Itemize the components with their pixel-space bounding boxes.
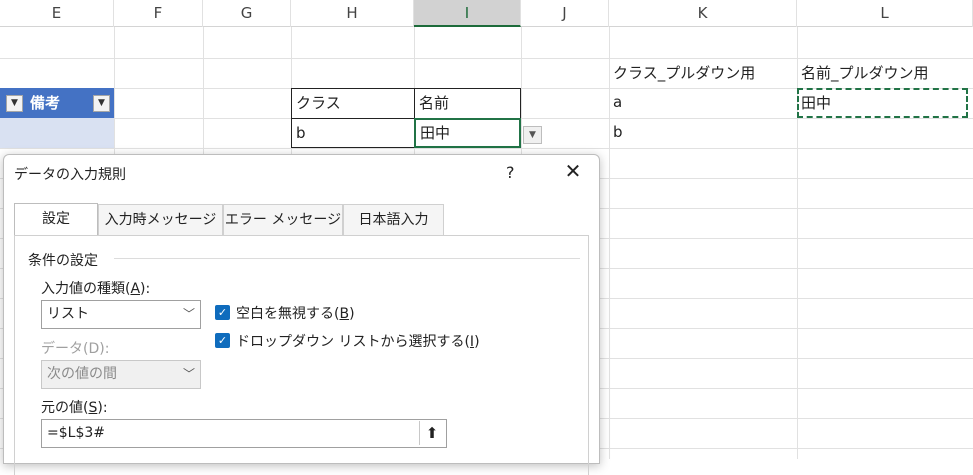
data-validation-dialog: データの入力規則 ? ✕ 設定 入力時メッセージ エラー メッセージ 日本語入力… <box>3 154 600 475</box>
cell-H-label[interactable]: クラス <box>291 88 415 119</box>
collapse-range-icon[interactable]: ⬆ <box>419 421 444 445</box>
column-header-bar: E F G H I J K L <box>0 0 973 27</box>
cell-I-value-selected[interactable]: 田中 <box>414 118 521 148</box>
allow-select[interactable]: リスト ﹀ <box>41 300 201 329</box>
cell-L-header[interactable]: 名前_プルダウン用 <box>797 59 973 88</box>
ignore-blank-label[interactable]: 空白を無視する(B) <box>236 303 355 323</box>
cell-I-label[interactable]: 名前 <box>414 88 521 119</box>
allow-select-value: リスト <box>47 306 89 322</box>
column-header-E[interactable]: E <box>0 0 114 27</box>
column-header-K[interactable]: K <box>609 0 797 27</box>
in-cell-dropdown-checkbox[interactable]: ✓ <box>215 333 230 348</box>
copy-marquee <box>797 88 968 118</box>
table-header-remarks[interactable]: 備考 <box>30 88 60 118</box>
section-title: 条件の設定 <box>28 253 98 269</box>
section-divider <box>114 258 580 259</box>
tab-settings[interactable]: 設定 <box>14 203 98 236</box>
data-label: データ(D): <box>41 341 110 357</box>
column-header-H[interactable]: H <box>291 0 414 27</box>
table-body-row[interactable] <box>0 118 114 148</box>
data-select: 次の値の間 ﹀ <box>41 360 201 389</box>
source-input[interactable]: =$L$3# <box>41 419 447 448</box>
cell-H-value[interactable]: b <box>291 118 415 148</box>
allow-label: 入力値の種類(A): <box>41 281 151 297</box>
in-cell-dropdown-label[interactable]: ドロップダウン リストから選択する(I) <box>236 331 480 351</box>
tab-input-message[interactable]: 入力時メッセージ <box>98 204 223 235</box>
source-label: 元の値(S): <box>41 400 108 416</box>
column-header-J[interactable]: J <box>521 0 609 27</box>
data-select-value: 次の値の間 <box>47 366 117 382</box>
help-button[interactable]: ? <box>506 163 515 182</box>
filter-dropdown-icon[interactable]: ▼ <box>6 95 23 112</box>
column-header-G[interactable]: G <box>203 0 291 27</box>
cell-dropdown-arrow-icon[interactable]: ▼ <box>523 126 542 144</box>
dialog-title: データの入力規則 <box>14 167 126 183</box>
tab-ime[interactable]: 日本語入力 <box>343 204 444 235</box>
close-button[interactable]: ✕ <box>560 159 586 183</box>
ignore-blank-checkbox[interactable]: ✓ <box>215 305 230 320</box>
chevron-down-icon: ﹀ <box>182 307 195 321</box>
column-header-F[interactable]: F <box>114 0 203 27</box>
cell-K-row1[interactable]: a <box>609 88 797 118</box>
tab-error-message[interactable]: エラー メッセージ <box>223 204 343 235</box>
cell-K-header[interactable]: クラス_プルダウン用 <box>609 59 797 88</box>
filter-dropdown-icon[interactable]: ▼ <box>93 95 110 112</box>
cell-K-row2[interactable]: b <box>609 118 797 148</box>
column-header-L[interactable]: L <box>797 0 973 27</box>
chevron-down-icon: ﹀ <box>182 367 195 381</box>
column-header-I[interactable]: I <box>414 0 521 27</box>
grid-line <box>0 148 973 149</box>
